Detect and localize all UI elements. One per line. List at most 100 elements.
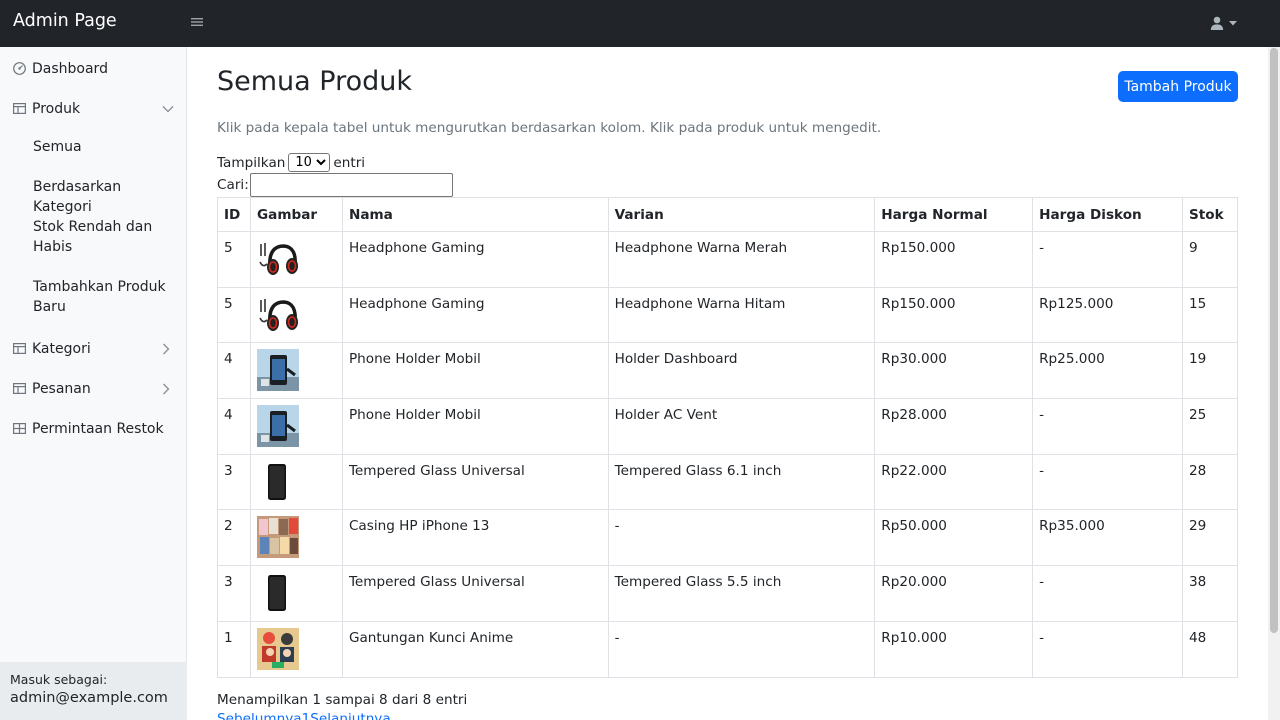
sidebar: Dashboard Produk Semua Berdasarkan Kateg… xyxy=(0,47,187,720)
sidebar-item-kategori[interactable]: Kategori xyxy=(0,339,187,359)
cell-price: Rp50.000 xyxy=(874,509,1034,567)
cell-id: 3 xyxy=(217,453,251,511)
table-hint: Klik pada kepala tabel untuk mengurutkan… xyxy=(217,120,882,136)
sidebar-item-permintaan-restok[interactable]: Permintaan Restok xyxy=(0,419,187,439)
brand-title[interactable]: Admin Page xyxy=(13,11,117,31)
cell-image xyxy=(249,342,343,400)
cell-price: Rp20.000 xyxy=(874,565,1034,622)
pagination-links[interactable]: Sebelumnya1Selanjutnya xyxy=(217,711,391,720)
caret-down-icon xyxy=(1229,20,1237,25)
cell-name: Tempered Glass Universal xyxy=(341,565,609,622)
product-image-tempered-glass xyxy=(256,572,299,615)
length-prefix: Tampilkan xyxy=(217,154,286,171)
table-row[interactable]: 3 Tempered Glass Universal Tempered Glass … xyxy=(217,565,1239,622)
sidebar-item-label: Kategori xyxy=(32,341,91,357)
top-navbar: Admin Page xyxy=(0,0,1280,47)
sidebar-subitem-stok-rendah[interactable]: Stok Rendah dan Habis xyxy=(33,217,181,257)
table-row[interactable]: 5 Headphone Gaming Headphone Warna Hitam Rp… xyxy=(217,286,1239,344)
column-header-varian[interactable]: Varian xyxy=(607,197,876,232)
sidebar-item-label: Pesanan xyxy=(32,381,91,397)
table-row[interactable]: 2 Casing HP iPhone 13- Rp50.000 Rp35.000 29 xyxy=(217,509,1239,567)
column-header-harga-diskon[interactable]: Harga Diskon xyxy=(1032,197,1183,232)
table-row[interactable]: 5 Headphone Gaming Headphone Warna Merah Rp… xyxy=(217,231,1239,288)
search-input[interactable] xyxy=(249,173,453,197)
page-title: Semua Produk xyxy=(217,66,413,97)
product-image-headphone xyxy=(256,293,299,336)
cell-stock: 29 xyxy=(1181,509,1239,567)
cell-variant: Headphone Warna Hitam xyxy=(607,286,876,344)
products-table: ID Gambar Nama Varian Harga Normal Harga… xyxy=(217,197,1239,678)
sidebar-item-produk[interactable]: Produk xyxy=(0,99,187,119)
cell-price: Rp22.000 xyxy=(874,453,1034,511)
sidebar-item-label: Dashboard xyxy=(32,61,108,77)
cell-variant: Tempered Glass 6.1 inch xyxy=(607,453,876,511)
cell-image xyxy=(249,509,343,567)
cell-price: Rp28.000 xyxy=(874,398,1034,455)
cell-discount: Rp25.000 xyxy=(1032,342,1183,400)
table-icon xyxy=(13,383,26,395)
sidebar-footer: Masuk sebagai: admin@example.com xyxy=(0,662,187,720)
cell-image xyxy=(249,398,343,455)
cell-id: 5 xyxy=(217,231,251,288)
cell-id: 1 xyxy=(217,620,251,678)
cell-id: 2 xyxy=(217,509,251,567)
column-header-id[interactable]: ID xyxy=(217,197,251,232)
cell-price: Rp30.000 xyxy=(874,342,1034,400)
product-image-headphone xyxy=(256,238,299,280)
logged-in-email: admin@example.com xyxy=(10,690,168,706)
chevron-down-icon xyxy=(162,106,174,113)
product-image-anime-keychain xyxy=(256,627,299,670)
cell-price: Rp150.000 xyxy=(874,231,1034,288)
add-product-button[interactable]: Tambah Produk xyxy=(1118,71,1238,102)
cell-name: Casing HP iPhone 13 xyxy=(341,509,609,567)
cell-name: Gantungan Kunci Anime xyxy=(341,620,609,678)
cell-name: Phone Holder Mobil xyxy=(341,342,609,400)
column-header-harga-normal[interactable]: Harga Normal xyxy=(874,197,1034,232)
cell-discount: - xyxy=(1032,231,1183,288)
column-header-gambar[interactable]: Gambar xyxy=(249,197,343,232)
page-length-control: Tampilkan 10 entri xyxy=(217,153,365,172)
cell-id: 5 xyxy=(217,286,251,344)
cell-name: Headphone Gaming xyxy=(341,286,609,344)
cell-id: 3 xyxy=(217,565,251,622)
table-row[interactable]: 4 Phone Holder Mobil Holder Dashboard Rp30.… xyxy=(217,342,1239,400)
chevron-right-icon xyxy=(163,343,170,355)
cell-variant: Holder AC Vent xyxy=(607,398,876,455)
dashboard-icon xyxy=(13,62,26,75)
length-suffix: entri xyxy=(333,154,366,171)
table-row[interactable]: 3 Tempered Glass Universal Tempered Glass … xyxy=(217,453,1239,511)
sidebar-item-label: Produk xyxy=(32,101,81,117)
cell-name: Phone Holder Mobil xyxy=(341,398,609,455)
table-icon xyxy=(13,103,26,115)
logged-in-caption: Masuk sebagai: xyxy=(10,672,108,687)
scrollbar-thumb[interactable] xyxy=(1270,48,1278,633)
user-menu-button[interactable] xyxy=(1210,13,1244,33)
cell-name: Headphone Gaming xyxy=(341,231,609,288)
sidebar-item-pesanan[interactable]: Pesanan xyxy=(0,379,187,399)
sidebar-subitem-kategori[interactable]: Berdasarkan Kategori xyxy=(33,177,181,217)
table-icon xyxy=(13,343,26,355)
page-length-select[interactable]: 10 xyxy=(288,153,331,172)
cell-price: Rp150.000 xyxy=(874,286,1034,344)
cell-stock: 25 xyxy=(1181,398,1239,455)
search-label: Cari: xyxy=(217,177,249,193)
sidebar-subitem-semua[interactable]: Semua xyxy=(33,137,181,157)
cell-discount: - xyxy=(1032,620,1183,678)
sidebar-item-dashboard[interactable]: Dashboard xyxy=(0,59,187,79)
column-header-nama[interactable]: Nama xyxy=(341,197,609,232)
cell-id: 4 xyxy=(217,342,251,400)
sidebar-subitem-tambah-produk[interactable]: Tambahkan Produk Baru xyxy=(33,277,181,317)
table-info: Menampilkan 1 sampai 8 dari 8 entri xyxy=(217,692,468,708)
cell-discount: - xyxy=(1032,565,1183,622)
column-header-stok[interactable]: Stok xyxy=(1181,197,1239,232)
cell-variant: Holder Dashboard xyxy=(607,342,876,400)
table-row[interactable]: 4 Phone Holder Mobil Holder AC Vent Rp28.00… xyxy=(217,398,1239,455)
sidebar-toggle-icon[interactable] xyxy=(191,13,209,33)
cell-name: Tempered Glass Universal xyxy=(341,453,609,511)
cell-variant: - xyxy=(607,620,876,678)
sidebar-item-label: Permintaan Restok xyxy=(32,421,164,437)
cell-image xyxy=(249,453,343,511)
table-row[interactable]: 1 Gantungan Kunci Anime - Rp10.000-48 xyxy=(217,620,1239,678)
cell-stock: 38 xyxy=(1181,565,1239,622)
chevron-right-icon xyxy=(163,383,170,395)
